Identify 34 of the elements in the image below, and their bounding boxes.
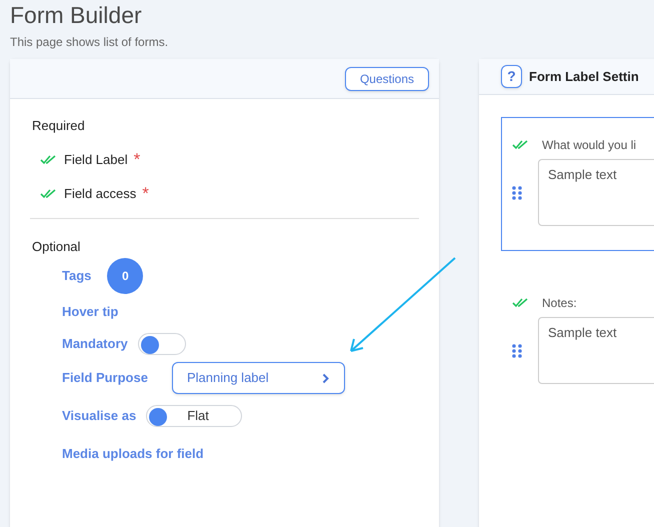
option-label[interactable]: Mandatory [62,334,128,354]
toggle-switch[interactable]: Flat [146,405,242,427]
purpose-dropdown[interactable]: Planning label [172,362,345,394]
double-check-icon [40,154,58,164]
tag-count-badge[interactable]: 0 [107,258,144,294]
question-card[interactable]: What would you li Sample text [501,117,654,251]
panel-title: Form Label Settin [529,68,639,86]
field-label: Field access [64,184,136,203]
required-mark: * [142,185,149,202]
section-heading: Optional [32,238,82,256]
option-label[interactable]: Field Purpose [62,368,148,388]
help-icon[interactable]: ? [501,65,522,88]
answer-box[interactable]: Sample text [538,317,654,384]
option-label[interactable]: Media uploads for field [62,444,204,464]
field-label: Field Label [64,150,128,169]
question-label: Notes: [542,295,577,312]
section-heading: Required [32,117,86,135]
questions-button[interactable]: Questions [344,66,429,90]
double-check-icon [512,298,530,308]
option-label[interactable]: Hover tip [62,302,118,322]
required-mark: * [134,151,140,168]
drag-handle-icon[interactable] [512,344,522,358]
option-label[interactable]: Visualise as [62,406,136,426]
double-check-icon [40,188,58,198]
question-label: What would you li [542,137,636,154]
question-card[interactable]: Notes: Sample text [501,289,654,385]
toggle-switch[interactable] [138,333,186,355]
chevron-right-icon [322,372,330,384]
drag-handle-icon[interactable] [512,186,522,200]
option-label[interactable]: Tags [62,266,92,286]
double-check-icon [512,140,530,150]
page-subtitle: This page shows list of forms. [10,34,170,51]
page-title: Form Builder [10,1,143,29]
answer-box[interactable]: Sample text [538,159,654,226]
